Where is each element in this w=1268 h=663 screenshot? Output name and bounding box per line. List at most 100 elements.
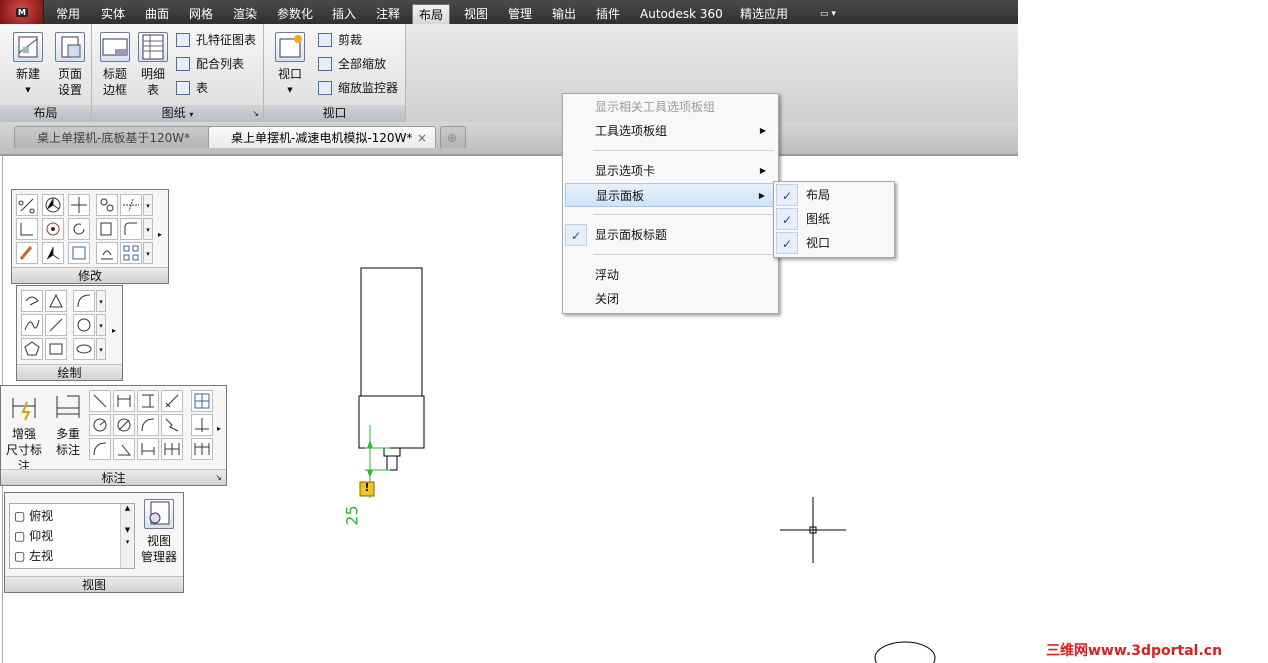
array-icon[interactable] [42, 218, 64, 240]
multiple-dimension-button[interactable]: 多重 标注 [49, 392, 87, 458]
zoom-all-button[interactable]: 全部缩放 [318, 54, 386, 74]
tab-plugins[interactable]: 插件 [590, 4, 626, 24]
diameter-dim-icon[interactable] [113, 414, 135, 436]
tab-view[interactable]: 视图 [458, 4, 494, 24]
page-setup-button[interactable]: 页面 设置 [50, 32, 90, 98]
radius-dim-icon[interactable] [89, 414, 111, 436]
doc-tab-baseplate[interactable]: 桌上单摆机-底板基于120W* [14, 126, 214, 148]
scroll-down-icon[interactable]: ▼ [121, 526, 134, 534]
mirror-icon[interactable] [16, 218, 38, 240]
copy-icon[interactable] [96, 194, 118, 216]
menu-item-show-related-palettes[interactable]: 显示相关工具选项板组 [565, 95, 776, 119]
polyline-icon[interactable] [21, 290, 43, 312]
tab-insert[interactable]: 插入 [326, 4, 362, 24]
trim-icon[interactable] [120, 194, 142, 216]
tab-solid[interactable]: 实体 [95, 4, 131, 24]
rotate-icon[interactable] [68, 218, 90, 240]
offset-icon[interactable] [96, 242, 118, 264]
move-icon[interactable] [68, 194, 90, 216]
view-list-item-bottom[interactable]: ▢ 仰视 [14, 526, 53, 546]
enhanced-dimension-button[interactable]: 增强 尺寸标注 [1, 392, 47, 474]
ellipse-icon[interactable] [73, 338, 95, 360]
array-grid-icon[interactable] [120, 242, 142, 264]
linear-dim-icon[interactable] [113, 390, 135, 412]
dimension-style-icon[interactable] [191, 390, 213, 412]
tab-surface[interactable]: 曲面 [139, 4, 175, 24]
close-icon[interactable]: × [417, 127, 427, 149]
new-layout-button[interactable]: 新建 ▼ [8, 32, 48, 98]
explode-icon[interactable] [42, 242, 64, 264]
menu-item-show-panels[interactable]: 显示面板 ▶ [565, 183, 776, 207]
ellipse-dropdown[interactable]: ▾ [96, 338, 106, 360]
angular-dim-icon[interactable] [161, 390, 183, 412]
chain-dim-icon[interactable] [191, 438, 213, 460]
tab-mesh[interactable]: 网格 [183, 4, 219, 24]
tab-parametric[interactable]: 参数化 [271, 4, 319, 24]
vertical-dim-icon[interactable] [137, 390, 159, 412]
clip-button[interactable]: 剪裁 [318, 30, 362, 50]
drawing-panel-title[interactable]: 图纸 ▾ ↘ [92, 105, 263, 122]
menu-item-show-panel-titles[interactable]: ✓ 显示面板标题 [565, 223, 776, 247]
arc-icon[interactable] [73, 290, 95, 312]
submenu-item-viewport[interactable]: ✓ 视口 [776, 231, 892, 255]
baseline-dim-icon[interactable] [137, 438, 159, 460]
expand-arrow-icon[interactable]: ▸ [112, 326, 116, 335]
table-button[interactable]: 表 [176, 78, 208, 98]
ordinate-dim-icon[interactable] [191, 414, 213, 436]
match-properties-icon[interactable] [16, 242, 38, 264]
expand-arrow-icon[interactable]: ▸ [158, 230, 162, 239]
polygon-icon[interactable] [21, 338, 43, 360]
ribbon-toggle-icon[interactable]: ▭ ▾ [814, 4, 842, 24]
rectangle-icon[interactable] [45, 338, 67, 360]
tab-autodesk-360[interactable]: Autodesk 360 [634, 4, 729, 24]
arc-length-dim-icon[interactable] [137, 414, 159, 436]
fillet-dropdown[interactable]: ▾ [143, 218, 153, 240]
menu-item-show-tabs[interactable]: 显示选项卡 ▶ [565, 159, 776, 183]
trim-dropdown[interactable]: ▾ [143, 194, 153, 216]
view-manager-button[interactable]: 视图 管理器 [137, 499, 181, 565]
submenu-item-drawing[interactable]: ✓ 图纸 [776, 207, 892, 231]
tab-featured-apps[interactable]: 精选应用 [734, 4, 794, 24]
circle-dropdown[interactable]: ▾ [96, 314, 106, 336]
tab-render[interactable]: 渲染 [227, 4, 263, 24]
line-icon[interactable] [45, 314, 67, 336]
stretch-icon[interactable] [68, 242, 90, 264]
tab-annotate[interactable]: 注释 [370, 4, 406, 24]
angle-dim-icon[interactable] [113, 438, 135, 460]
new-tab-button[interactable]: ⊕ [440, 126, 466, 148]
dialog-launcher-icon[interactable]: ↘ [252, 105, 259, 122]
scroll-more-icon[interactable]: ▾ [121, 538, 134, 546]
tab-manage[interactable]: 管理 [502, 4, 538, 24]
menu-item-close[interactable]: 关闭 [565, 287, 776, 311]
fit-list-button[interactable]: 配合列表 [176, 54, 244, 74]
jogged-dim-icon[interactable] [161, 414, 183, 436]
menu-item-float[interactable]: 浮动 [565, 263, 776, 287]
arc-dropdown[interactable]: ▾ [96, 290, 106, 312]
fillet-icon[interactable] [120, 218, 142, 240]
dialog-launcher-icon[interactable]: ↘ [215, 470, 222, 486]
doc-tab-motor[interactable]: 桌上单摆机-减速电机模拟-120W* × [208, 126, 436, 148]
rotate3d-icon[interactable] [42, 194, 64, 216]
hatch-icon[interactable] [45, 290, 67, 312]
menu-item-tool-palette-groups[interactable]: 工具选项板组 ▶ [565, 119, 776, 143]
circle-icon[interactable] [73, 314, 95, 336]
aligned-dim-icon[interactable] [89, 390, 111, 412]
spline-icon[interactable] [21, 314, 43, 336]
viewport-button[interactable]: 视口 ▼ [270, 32, 310, 98]
view-list[interactable]: ▢ 俯视 ▢ 仰视 ▢ 左视 ▲ ▼ ▾ [9, 503, 135, 569]
bom-button[interactable]: 明细 表 [134, 32, 172, 98]
hole-chart-button[interactable]: 孔特征图表 [176, 30, 256, 50]
scale-icon[interactable] [96, 218, 118, 240]
erase-icon[interactable] [16, 194, 38, 216]
tab-output[interactable]: 输出 [546, 4, 582, 24]
arc-dim-icon[interactable] [89, 438, 111, 460]
view-list-item-top[interactable]: ▢ 俯视 [14, 506, 53, 526]
submenu-item-layout[interactable]: ✓ 布局 [776, 183, 892, 207]
tab-home[interactable]: 常用 [50, 4, 86, 24]
array-dropdown[interactable]: ▾ [143, 242, 153, 264]
scroll-up-icon[interactable]: ▲ [121, 504, 134, 512]
title-block-button[interactable]: 标题 边框 [96, 32, 134, 98]
tab-layout[interactable]: 布局 [412, 4, 451, 24]
expand-arrow-icon[interactable]: ▸ [217, 424, 221, 433]
application-menu-button[interactable]: M [0, 0, 44, 24]
